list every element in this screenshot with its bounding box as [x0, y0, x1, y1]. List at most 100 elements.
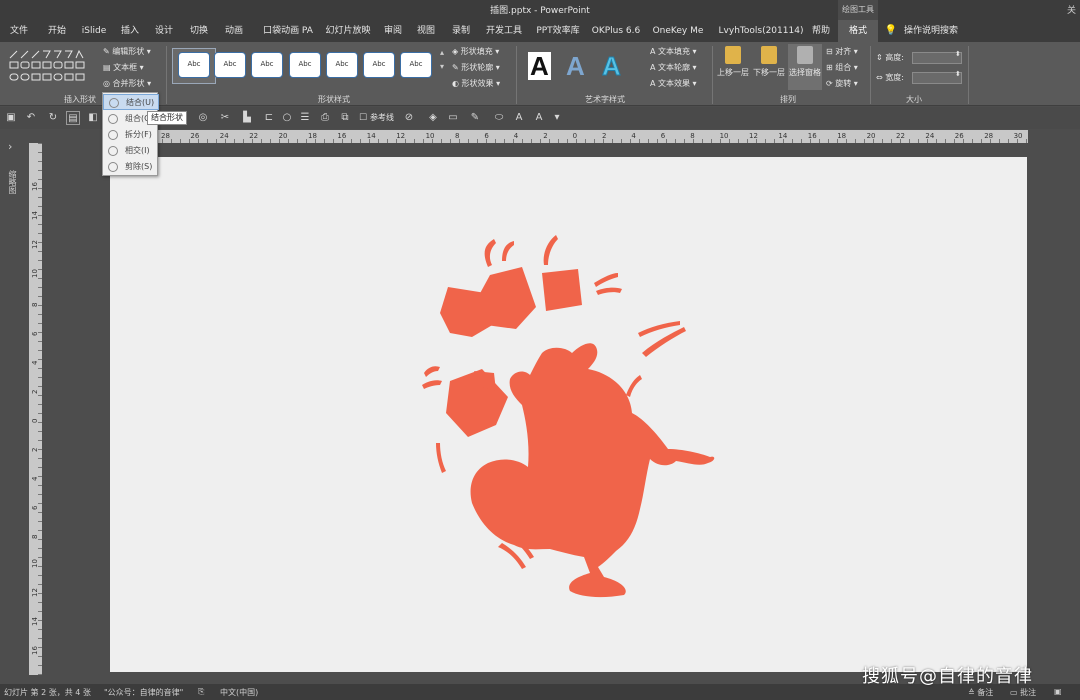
- text-box-button[interactable]: ▤ 文本框 ▾: [103, 62, 144, 73]
- customize-qat-icon[interactable]: ▾: [550, 111, 564, 125]
- bring-forward-button[interactable]: 上移一层: [716, 46, 750, 78]
- wordart-style-black[interactable]: A: [528, 52, 551, 80]
- normal-view-icon[interactable]: ▣: [1054, 687, 1062, 696]
- font-grow-icon[interactable]: A: [512, 111, 526, 125]
- tab-ppt-efficiency[interactable]: PPT效率库: [532, 20, 584, 42]
- tab-pocket-animation[interactable]: 口袋动画 PA: [256, 20, 320, 42]
- shape-style-swatch[interactable]: Abc: [363, 52, 395, 78]
- notes-icon: ≙: [968, 688, 978, 697]
- shape-tool-icon[interactable]: ◧: [86, 111, 100, 125]
- shape-fill-button[interactable]: ◈ 形状填充 ▾: [452, 46, 499, 57]
- tab-help[interactable]: 帮助: [806, 20, 836, 42]
- align-left-icon[interactable]: ⊏: [262, 111, 276, 125]
- picture-icon[interactable]: ▭: [446, 111, 460, 125]
- font-shrink-icon[interactable]: A: [532, 111, 546, 125]
- tell-me-search[interactable]: 操作说明搜索: [904, 20, 958, 42]
- close-button[interactable]: 关: [1067, 3, 1076, 16]
- send-backward-button[interactable]: 下移一层: [752, 46, 786, 78]
- pen-tool-icon[interactable]: ✎: [468, 111, 482, 125]
- tab-home[interactable]: 开始: [40, 20, 74, 42]
- tab-record[interactable]: 录制: [444, 20, 478, 42]
- group-divider: [166, 46, 167, 104]
- align-button[interactable]: ⊟ 对齐 ▾: [826, 46, 858, 57]
- tab-format[interactable]: 格式: [838, 20, 878, 42]
- group-divider: [870, 46, 871, 104]
- text-box-label: 文本框 ▾: [113, 63, 144, 72]
- checkbox-icon[interactable]: ☐: [356, 111, 370, 125]
- link-icon[interactable]: ⊘: [402, 111, 416, 125]
- height-spinner-icon[interactable]: ⬍: [955, 50, 961, 58]
- connect-icon[interactable]: ⬭: [492, 111, 506, 125]
- tab-developer[interactable]: 开发工具: [481, 20, 527, 42]
- selection-pane-button[interactable]: 选择窗格: [788, 46, 822, 78]
- tab-design[interactable]: 设计: [148, 20, 180, 42]
- menu-tooltip: 结合形状: [147, 111, 187, 125]
- width-spinner-icon[interactable]: ⬍: [955, 70, 961, 78]
- tab-transitions[interactable]: 切换: [183, 20, 215, 42]
- shape-outline-button[interactable]: ✎ 形状轮廓 ▾: [452, 62, 500, 73]
- notes-button[interactable]: ≙ 备注: [968, 687, 993, 698]
- chevron-right-icon[interactable]: ›: [8, 140, 12, 153]
- circle-icon[interactable]: ○: [280, 111, 294, 125]
- group-button[interactable]: ⊞ 组合 ▾: [826, 62, 858, 73]
- fill-bucket-icon[interactable]: ◈: [426, 111, 440, 125]
- menu-item-intersect[interactable]: 相交(I): [103, 143, 159, 159]
- gallery-scroll-up-icon[interactable]: ▴: [440, 48, 444, 57]
- tab-review[interactable]: 审阅: [378, 20, 408, 42]
- menu-item-union[interactable]: 结合(U): [103, 94, 159, 110]
- tab-onekey[interactable]: OneKey Me: [648, 20, 708, 42]
- shape-style-swatch[interactable]: Abc: [289, 52, 321, 78]
- menu-item-fragment[interactable]: 拆分(F): [103, 127, 159, 143]
- shape-merge-icon[interactable]: ◎: [196, 111, 210, 125]
- shape-effects-button[interactable]: ◐ 形状效果 ▾: [452, 78, 500, 89]
- redo-icon[interactable]: ↻: [46, 111, 60, 125]
- ruler-tick-label: 8: [690, 132, 695, 140]
- shape-gallery[interactable]: [8, 48, 88, 84]
- text-effects-button[interactable]: A 文本效果 ▾: [650, 78, 697, 89]
- wordart-style-outline[interactable]: A: [602, 52, 622, 81]
- comments-button[interactable]: ▭ 批注: [1010, 687, 1036, 698]
- shape-style-swatch[interactable]: Abc: [326, 52, 358, 78]
- tab-lvyhtools[interactable]: LvyhTools(201114): [713, 20, 809, 42]
- wordart-style-blue[interactable]: A: [566, 52, 585, 80]
- spellcheck-icon[interactable]: ⎘: [198, 687, 204, 697]
- ruler-tick-label: 2: [31, 389, 39, 394]
- shape-style-swatch[interactable]: Abc: [251, 52, 283, 78]
- tab-slideshow[interactable]: 幻灯片放映: [322, 20, 374, 42]
- menu-item-subtract[interactable]: 剪除(S): [103, 159, 159, 175]
- slide-canvas[interactable]: [110, 157, 1027, 672]
- tab-view[interactable]: 视图: [410, 20, 442, 42]
- squirrel-silhouette-shape[interactable]: [422, 235, 715, 598]
- format-painter-icon[interactable]: ▤: [66, 111, 80, 125]
- printer-icon[interactable]: ⎙: [318, 111, 332, 125]
- copy-icon[interactable]: ⧉: [338, 111, 352, 125]
- tab-insert[interactable]: 插入: [114, 20, 146, 42]
- horizontal-ruler: 28 26 24 22 20 18 16 14 12 10 8 6 4 2 0 2 4 6 8 10 12 14 16 18 2…: [108, 130, 1028, 143]
- gallery-scroll-down-icon[interactable]: ▾: [440, 62, 444, 71]
- edit-shape-button[interactable]: ✎ 编辑形状 ▾: [103, 46, 151, 57]
- arrange-icon[interactable]: ▙: [240, 111, 254, 125]
- text-outline-button[interactable]: A 文本轮廓 ▾: [650, 62, 697, 73]
- ruler-tick-label: 4: [631, 132, 636, 140]
- tab-islide[interactable]: iSlide: [78, 20, 110, 42]
- ruler-tick-label: 16: [337, 132, 347, 140]
- undo-icon[interactable]: ↶: [24, 111, 38, 125]
- shape-style-swatch[interactable]: Abc: [178, 52, 210, 78]
- reference-line-toggle[interactable]: 参考线: [370, 112, 394, 123]
- merge-shapes-button[interactable]: ◎ 合并形状 ▾: [103, 78, 151, 89]
- union-icon: [109, 98, 119, 108]
- language-indicator[interactable]: 中文(中国): [220, 687, 258, 698]
- shape-style-swatch[interactable]: Abc: [400, 52, 432, 78]
- rotate-label: 旋转 ▾: [835, 79, 858, 88]
- crop-icon[interactable]: ✂: [218, 111, 232, 125]
- tab-animations[interactable]: 动画: [218, 20, 250, 42]
- tab-okplus[interactable]: OKPlus 6.6: [588, 20, 644, 42]
- text-fill-button[interactable]: A 文本填充 ▾: [650, 46, 697, 57]
- rotate-icon: ⟳: [826, 79, 836, 88]
- rotate-button[interactable]: ⟳ 旋转 ▾: [826, 78, 858, 89]
- list-icon[interactable]: ☰: [298, 111, 312, 125]
- tab-file[interactable]: 文件: [4, 20, 34, 42]
- save-icon[interactable]: ▣: [4, 111, 18, 125]
- merge-shapes-label: 合并形状 ▾: [112, 79, 152, 88]
- shape-style-swatch[interactable]: Abc: [214, 52, 246, 78]
